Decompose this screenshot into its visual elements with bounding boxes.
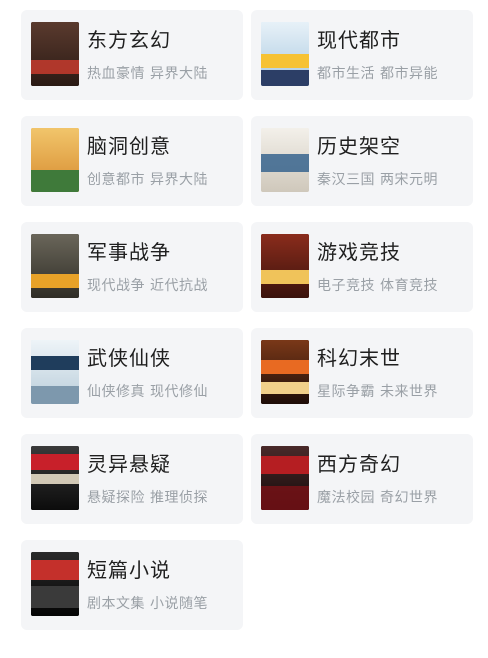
fantasy-book-cover-icon bbox=[31, 22, 79, 86]
category-title: 武侠仙侠 bbox=[87, 346, 171, 370]
creative-book-cover-icon bbox=[31, 128, 79, 192]
scifi-book-cover-icon bbox=[261, 340, 309, 404]
category-card-eastern-fantasy[interactable]: 东方玄幻 热血豪情 异界大陆 bbox=[21, 10, 243, 100]
category-card-mystery[interactable]: 灵异悬疑 悬疑探险 推理侦探 bbox=[21, 434, 243, 524]
urban-book-cover-icon bbox=[261, 22, 309, 86]
western-fantasy-book-cover-icon bbox=[261, 446, 309, 510]
category-card-creative[interactable]: 脑洞创意 创意都市 异界大陆 bbox=[21, 116, 243, 206]
category-card-modern-urban[interactable]: 现代都市 都市生活 都市异能 bbox=[251, 10, 473, 100]
category-card-scifi[interactable]: 科幻末世 星际争霸 未来世界 bbox=[251, 328, 473, 418]
category-subtitle: 剧本文集 小说随笔 bbox=[87, 596, 208, 612]
gaming-book-cover-icon bbox=[261, 234, 309, 298]
category-card-gaming[interactable]: 游戏竞技 电子竞技 体育竞技 bbox=[251, 222, 473, 312]
mystery-book-cover-icon bbox=[31, 446, 79, 510]
category-title: 现代都市 bbox=[317, 28, 401, 52]
category-subtitle: 现代战争 近代抗战 bbox=[87, 278, 208, 294]
category-subtitle: 星际争霸 未来世界 bbox=[317, 384, 438, 400]
category-card-alternate-history[interactable]: 历史架空 秦汉三国 两宋元明 bbox=[251, 116, 473, 206]
category-card-military[interactable]: 军事战争 现代战争 近代抗战 bbox=[21, 222, 243, 312]
category-subtitle: 电子竞技 体育竞技 bbox=[317, 278, 438, 294]
category-grid: 东方玄幻 热血豪情 异界大陆 现代都市 都市生活 都市异能 脑洞创意 创意都市 … bbox=[0, 0, 488, 658]
military-book-cover-icon bbox=[31, 234, 79, 298]
category-title: 军事战争 bbox=[87, 240, 171, 264]
category-subtitle: 魔法校园 奇幻世界 bbox=[317, 490, 438, 506]
category-title: 历史架空 bbox=[317, 134, 401, 158]
category-subtitle: 创意都市 异界大陆 bbox=[87, 172, 208, 188]
category-title: 脑洞创意 bbox=[87, 134, 171, 158]
history-book-cover-icon bbox=[261, 128, 309, 192]
category-title: 灵异悬疑 bbox=[87, 452, 171, 476]
category-subtitle: 仙侠修真 现代修仙 bbox=[87, 384, 208, 400]
category-title: 科幻末世 bbox=[317, 346, 401, 370]
category-card-wuxia[interactable]: 武侠仙侠 仙侠修真 现代修仙 bbox=[21, 328, 243, 418]
category-title: 西方奇幻 bbox=[317, 452, 401, 476]
category-card-western-fantasy[interactable]: 西方奇幻 魔法校园 奇幻世界 bbox=[251, 434, 473, 524]
category-subtitle: 悬疑探险 推理侦探 bbox=[87, 490, 208, 506]
short-story-book-cover-icon bbox=[31, 552, 79, 616]
wuxia-book-cover-icon bbox=[31, 340, 79, 404]
category-card-short-story[interactable]: 短篇小说 剧本文集 小说随笔 bbox=[21, 540, 243, 630]
category-subtitle: 都市生活 都市异能 bbox=[317, 66, 438, 82]
category-title: 游戏竞技 bbox=[317, 240, 401, 264]
category-subtitle: 热血豪情 异界大陆 bbox=[87, 66, 208, 82]
category-title: 短篇小说 bbox=[87, 558, 171, 582]
category-title: 东方玄幻 bbox=[87, 28, 171, 52]
category-subtitle: 秦汉三国 两宋元明 bbox=[317, 172, 438, 188]
